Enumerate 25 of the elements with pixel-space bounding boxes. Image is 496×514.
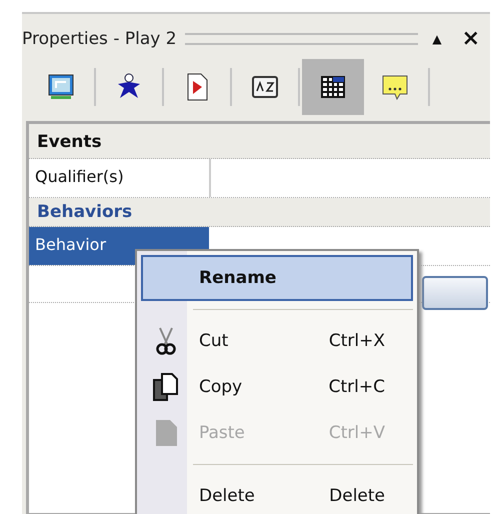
- menu-item-label: Delete: [198, 486, 256, 506]
- shortcut-text: Ctrl+V: [328, 423, 386, 443]
- scissors-icon: [154, 326, 178, 356]
- panel-title: Properties - Play 2: [22, 28, 177, 48]
- monitor-icon: [46, 72, 76, 102]
- copy-icon: [152, 372, 180, 402]
- menu-item[interactable]: Cut Ctrl+X: [141, 318, 413, 364]
- shortcut-text: Delete: [329, 486, 386, 506]
- section-header: Events: [36, 131, 103, 154]
- category-header: Behaviors: [36, 201, 134, 224]
- menu-item-label: Paste: [198, 423, 246, 443]
- shortcut-text: Ctrl+C: [328, 377, 386, 397]
- menu-item[interactable]: Delete Delete: [141, 473, 413, 514]
- menu-item[interactable]: Copy Ctrl+C: [141, 364, 413, 410]
- document-icon: [153, 418, 179, 448]
- shortcut-text: Ctrl+X: [328, 331, 386, 351]
- toolbar-button[interactable]: [302, 59, 364, 115]
- menu-item-label: Copy: [198, 377, 244, 397]
- menu-item[interactable]: Rename: [141, 255, 413, 301]
- grip-handle[interactable]: [184, 32, 418, 44]
- value-button[interactable]: [422, 276, 488, 310]
- pin-button[interactable]: ▲: [426, 32, 448, 46]
- close-button[interactable]: ×: [456, 26, 486, 51]
- menu-item-label: Cut: [198, 331, 230, 351]
- menu-item-label: Rename: [198, 268, 278, 288]
